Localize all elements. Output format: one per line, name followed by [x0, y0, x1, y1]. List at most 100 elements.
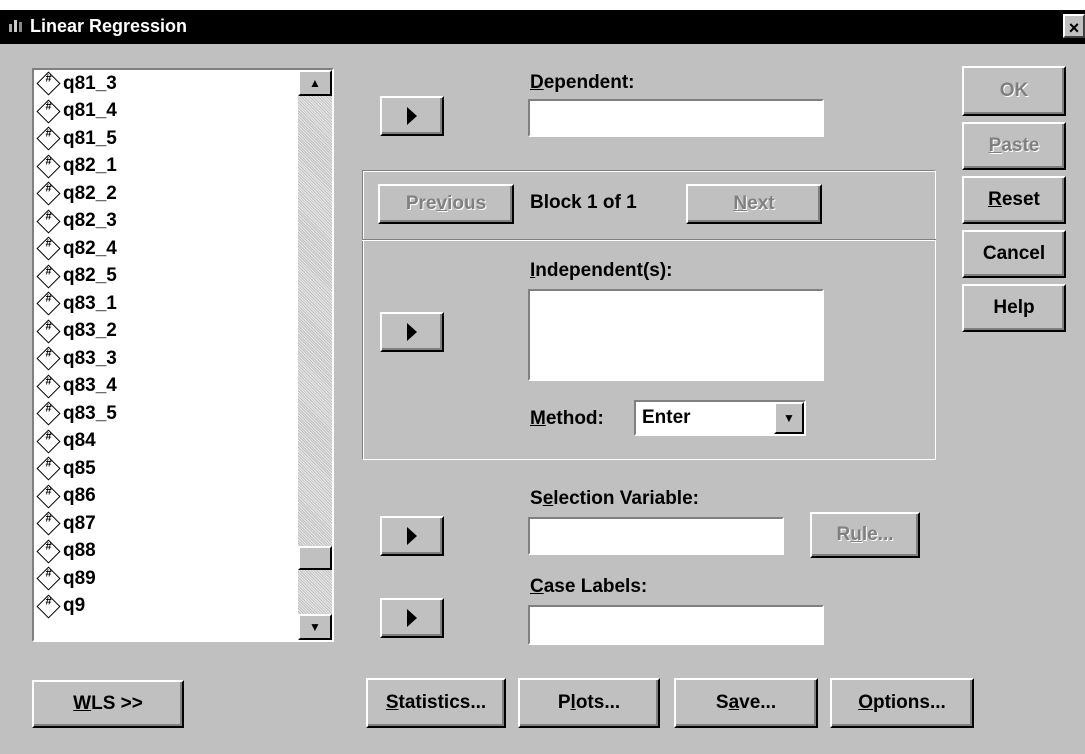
numeric-variable-icon: # — [36, 566, 61, 591]
block-label: Block 1 of 1 — [530, 192, 637, 213]
scroll-up-button[interactable]: ▲ — [298, 70, 332, 96]
variable-name: q86 — [63, 485, 96, 507]
variable-name: q82_1 — [63, 155, 117, 177]
previous-button[interactable]: Pre v ious — [378, 184, 514, 224]
variable-name: q82_4 — [63, 237, 117, 259]
list-item[interactable]: # q81_5 — [34, 125, 298, 153]
rule-button[interactable]: Ru le... — [810, 512, 920, 558]
list-item[interactable]: # q83_3 — [34, 345, 298, 373]
variable-name: q84 — [63, 430, 96, 452]
scroll-thumb[interactable] — [298, 546, 332, 570]
variable-list[interactable]: # q81_3 # q81_4 # q81_5 # q82_1 # q82_2 # q82_3 # q82… — [34, 70, 298, 640]
numeric-variable-icon: # — [36, 154, 61, 179]
numeric-variable-icon: # — [36, 291, 61, 316]
variable-name: q83_1 — [63, 292, 117, 314]
list-item[interactable]: # q82_2 — [34, 180, 298, 208]
numeric-variable-icon: # — [36, 484, 61, 509]
numeric-variable-icon: # — [36, 374, 61, 399]
list-item[interactable]: # q89 — [34, 565, 298, 593]
variable-name: q81_4 — [63, 100, 117, 122]
numeric-variable-icon: # — [36, 539, 61, 564]
case-labels-field[interactable] — [528, 605, 824, 645]
numeric-variable-icon: # — [36, 126, 61, 151]
variable-name: q82_3 — [63, 210, 117, 232]
move-to-selection-button[interactable] — [380, 516, 444, 556]
numeric-variable-icon: # — [36, 71, 61, 96]
block-divider — [362, 239, 936, 240]
list-item[interactable]: # q88 — [34, 538, 298, 566]
variable-name: q83_5 — [63, 402, 117, 424]
list-item[interactable]: # q83_5 — [34, 400, 298, 428]
variable-name: q88 — [63, 540, 96, 562]
numeric-variable-icon: # — [36, 209, 61, 234]
list-item[interactable]: # q84 — [34, 428, 298, 456]
method-select[interactable]: Enter ▼ — [634, 400, 806, 436]
help-button[interactable]: Help — [962, 284, 1066, 332]
list-item[interactable]: # q83_4 — [34, 373, 298, 401]
numeric-variable-icon: # — [36, 401, 61, 426]
method-value: Enter — [642, 407, 691, 428]
variable-name: q81_5 — [63, 127, 117, 149]
list-item[interactable]: # q83_2 — [34, 318, 298, 346]
variable-name: q87 — [63, 512, 96, 534]
case-labels-label: Case Labels: — [530, 576, 648, 597]
numeric-variable-icon: # — [36, 181, 61, 206]
variable-name: q9 — [63, 595, 86, 617]
move-to-independents-button[interactable] — [380, 312, 444, 352]
chevron-down-icon[interactable]: ▼ — [774, 402, 804, 434]
dependent-label: Dependent: — [530, 72, 635, 93]
dependent-field[interactable] — [528, 99, 824, 137]
numeric-variable-icon: # — [36, 236, 61, 261]
close-button[interactable]: × — [1063, 14, 1085, 38]
numeric-variable-icon: # — [36, 319, 61, 344]
close-icon: × — [1068, 18, 1080, 38]
numeric-variable-icon: # — [36, 429, 61, 454]
move-to-case-labels-button[interactable] — [380, 598, 444, 638]
list-item[interactable]: # q81_3 — [34, 70, 298, 98]
list-item[interactable]: # q86 — [34, 483, 298, 511]
numeric-variable-icon: # — [36, 594, 61, 619]
variable-name: q89 — [63, 567, 96, 589]
wls-button[interactable]: W LS >> — [32, 680, 184, 728]
right-arrow-icon — [407, 609, 417, 627]
list-item[interactable]: # q82_5 — [34, 263, 298, 291]
variable-listbox[interactable]: # q81_3 # q81_4 # q81_5 # q82_1 # q82_2 # q82_3 # q82… — [32, 68, 334, 642]
numeric-variable-icon: # — [36, 264, 61, 289]
variable-list-scrollbar[interactable]: ▲ ▼ — [298, 70, 332, 640]
variable-name: q83_3 — [63, 347, 117, 369]
list-item[interactable]: # q9 — [34, 593, 298, 621]
list-item[interactable]: # q81_4 — [34, 98, 298, 126]
reset-button[interactable]: Reset — [962, 176, 1066, 224]
list-item[interactable]: # q82_4 — [34, 235, 298, 263]
scroll-down-button[interactable]: ▼ — [298, 614, 332, 640]
selection-variable-label: Selection Variable: — [530, 488, 699, 509]
list-item[interactable]: # q87 — [34, 510, 298, 538]
variable-name: q83_4 — [63, 375, 117, 397]
title-bar[interactable]: Linear Regression × — [0, 10, 1085, 44]
ok-button[interactable]: OK — [962, 66, 1066, 116]
method-label: Method: — [530, 408, 604, 429]
list-item[interactable]: # q82_1 — [34, 153, 298, 181]
numeric-variable-icon: # — [36, 511, 61, 536]
list-item[interactable]: # q82_3 — [34, 208, 298, 236]
cancel-button[interactable]: Cancel — [962, 230, 1066, 278]
list-item[interactable]: # q83_1 — [34, 290, 298, 318]
right-arrow-icon — [407, 107, 417, 125]
options-button[interactable]: Options... — [830, 678, 974, 728]
variable-name: q81_3 — [63, 72, 117, 94]
next-button[interactable]: Next — [686, 184, 822, 224]
numeric-variable-icon: # — [36, 456, 61, 481]
app-icon — [9, 20, 22, 32]
right-arrow-icon — [407, 323, 417, 341]
right-arrow-icon — [407, 527, 417, 545]
list-item[interactable]: # q85 — [34, 455, 298, 483]
save-button[interactable]: Sa ve... — [674, 678, 818, 728]
variable-name: q83_2 — [63, 320, 117, 342]
move-to-dependent-button[interactable] — [380, 96, 444, 136]
variable-name: q85 — [63, 457, 96, 479]
statistics-button[interactable]: Statistics... — [366, 678, 506, 728]
plots-button[interactable]: Pl ots... — [518, 678, 660, 728]
independents-list[interactable] — [528, 289, 824, 381]
paste-button[interactable]: Paste — [962, 122, 1066, 170]
selection-variable-field[interactable] — [528, 517, 784, 555]
